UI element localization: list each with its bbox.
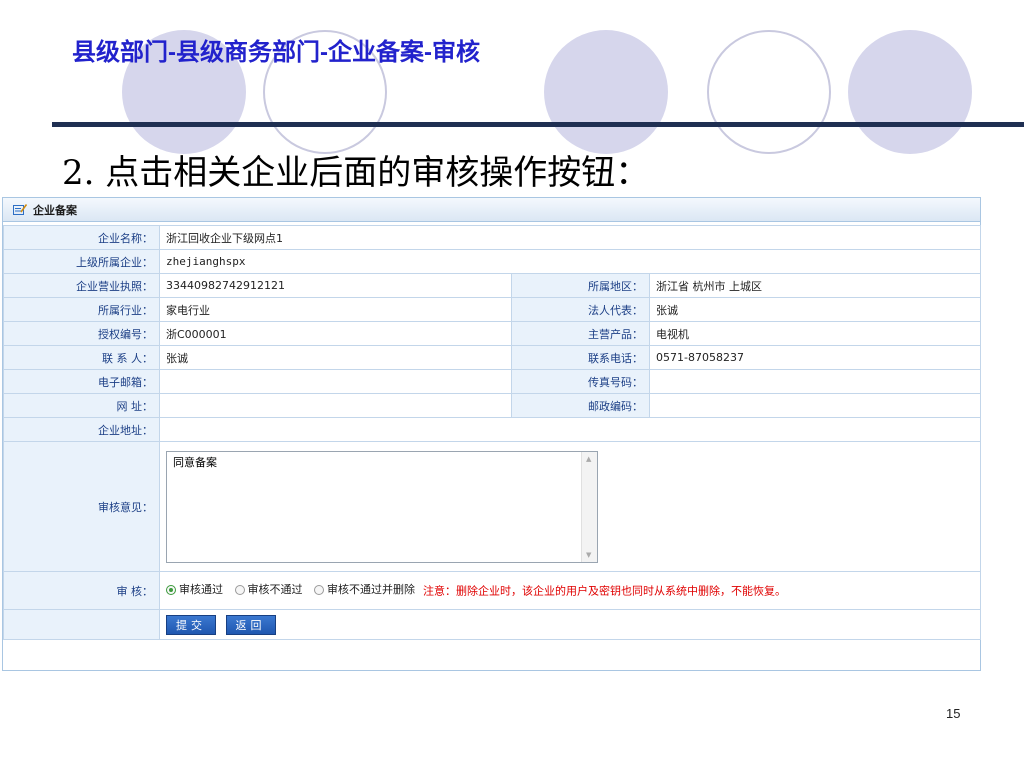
table-row: 企业营业执照： 33440982742912121 所属地区： 浙江省 杭州市 … [3,273,982,298]
fax-value [648,369,982,394]
parent-company-value: zhejianghspx [158,249,982,274]
contact-label: 联 系 人： [3,345,160,370]
step-heading: 2. 点击相关企业后面的审核操作按钮： [62,153,650,193]
company-name-value: 浙江回收企业下级网点1 [158,225,982,250]
review-label: 审 核： [3,571,160,610]
slide-title: 县级部门-县级商务部门-企业备案-审核 [72,39,480,66]
opinion-text: 同意备案 [173,455,217,469]
email-value [159,369,512,394]
review-approve-label: 审核通过 [179,583,223,597]
legal-rep-value: 张诚 [648,297,982,322]
auth-code-value: 浙C000001 [159,321,512,346]
radio-checked-icon [166,584,176,595]
review-reject-radio[interactable]: 审核不通过 [234,582,303,597]
opinion-cell: 同意备案 ▲ ▼ [158,441,982,572]
company-name-label: 企业名称： [3,225,160,250]
industry-label: 所属行业： [3,297,160,322]
review-cell: 审核通过 审核不通过 审核不通过并删除 注意：删除企业时，该企业的用户及密钥也同… [158,571,982,610]
table-row: 授权编号： 浙C000001 主营产品： 电视机 [3,321,982,346]
delete-warning: 注意：删除企业时，该企业的用户及密钥也同时从系统中删除，不能恢复。 [423,584,786,598]
business-license-value: 33440982742912121 [159,273,512,298]
submit-button[interactable]: 提交 [166,614,216,635]
email-label: 电子邮箱： [3,369,160,394]
buttons-label-cell [3,609,160,640]
back-button[interactable]: 返回 [225,614,276,635]
title-divider [52,122,1024,127]
contact-value: 张诚 [159,345,512,370]
opinion-label: 审核意见： [3,441,160,572]
region-label: 所属地区： [511,273,650,298]
radio-unchecked-icon [314,584,324,595]
decor-circle [848,30,972,154]
region-value: 浙江省 杭州市 上城区 [648,273,982,298]
table-row: 电子邮箱： 传真号码： [3,369,982,394]
panel-title: 企业备案 [33,203,77,217]
industry-value: 家电行业 [159,297,512,322]
scroll-down-icon[interactable]: ▼ [586,551,591,559]
review-reject-delete-label: 审核不通过并删除 [327,583,415,597]
page-number: 15 [946,706,961,721]
postcode-value [648,393,982,418]
fax-label: 传真号码： [511,369,650,394]
panel-header: 企业备案 [3,198,980,222]
table-row: 网 址： 邮政编码： [3,393,982,418]
table-row: 企业地址： [3,417,982,442]
scroll-up-icon[interactable]: ▲ [586,455,591,463]
table-row: 所属行业： 家电行业 法人代表： 张诚 [3,297,982,322]
table-row: 提交 返回 [3,609,982,640]
phone-label: 联系电话： [511,345,650,370]
review-reject-delete-radio[interactable]: 审核不通过并删除 [314,582,415,597]
main-product-label: 主营产品： [511,321,650,346]
buttons-cell: 提交 返回 [158,609,982,640]
decor-circle [544,30,668,154]
main-product-value: 电视机 [648,321,982,346]
website-label: 网 址： [3,393,160,418]
table-row: 企业名称： 浙江回收企业下级网点1 [3,225,982,250]
postcode-label: 邮政编码： [511,393,650,418]
table-row: 审核意见： 同意备案 ▲ ▼ [3,441,982,572]
parent-company-label: 上级所属企业： [3,249,160,274]
radio-unchecked-icon [234,584,245,595]
opinion-scrollbar[interactable]: ▲ ▼ [581,451,597,562]
review-approve-radio[interactable]: 审核通过 [166,582,223,597]
decor-ring [707,30,831,154]
filing-form-table: 企业名称： 浙江回收企业下级网点1 上级所属企业： zhejianghspx 企… [3,225,982,640]
address-value [158,417,982,442]
legal-rep-label: 法人代表： [511,297,650,322]
address-label: 企业地址： [3,417,160,442]
review-reject-label: 审核不通过 [247,583,303,597]
edit-icon [13,203,27,215]
auth-code-label: 授权编号： [3,321,160,346]
enterprise-filing-panel: 企业备案 企业名称： 浙江回收企业下级网点1 上级所属企业： zhejiangh… [2,197,982,671]
phone-value: 0571-87058237 [648,345,982,370]
website-value [159,393,512,418]
opinion-textarea[interactable]: 同意备案 ▲ ▼ [166,450,598,563]
table-row: 上级所属企业： zhejianghspx [3,249,982,274]
table-row: 审 核： 审核通过 审核不通过 审核不通过并删除 注意：删除企业时，该企业的用户… [3,571,982,610]
table-row: 联 系 人： 张诚 联系电话： 0571-87058237 [3,345,982,370]
business-license-label: 企业营业执照： [3,273,160,298]
